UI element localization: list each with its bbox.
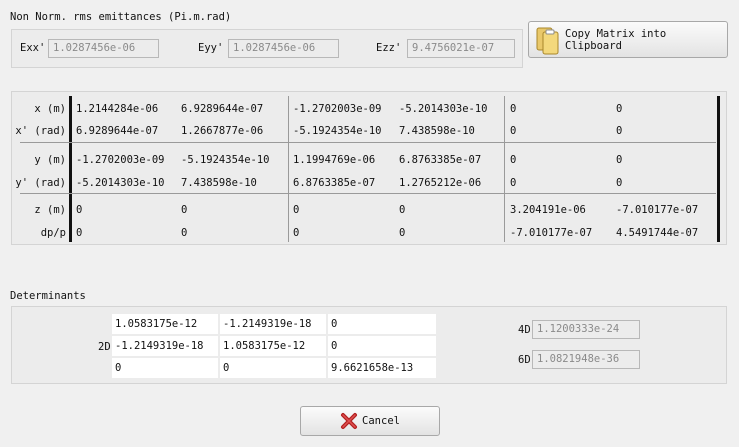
det2d-cell: 0 <box>112 358 218 378</box>
matrix-right-border <box>717 96 720 242</box>
exx-label: Exx' <box>20 42 46 54</box>
matrix-left-border <box>69 96 72 242</box>
cancel-x-icon <box>340 412 358 430</box>
matrix-cell: 1.2667877e-06 <box>181 125 264 137</box>
matrix-cell: -1.2702003e-09 <box>293 103 382 115</box>
matrix-cell: 0 <box>293 204 300 216</box>
matrix-cell: 3.204191e-06 <box>510 204 586 216</box>
matrix-cell: 1.1994769e-06 <box>293 154 376 166</box>
row-label-yp: y' (rad) <box>15 177 66 189</box>
matrix-cell: 7.438598e-10 <box>399 125 475 137</box>
det2d-cell: 0 <box>328 336 436 356</box>
matrix-cell: 0 <box>76 204 83 216</box>
determinant-4d-label: 4D <box>518 324 531 336</box>
matrix-cell: 0 <box>76 227 83 239</box>
matrix-cell: 0 <box>616 154 623 166</box>
clipboard-icon <box>535 24 561 56</box>
matrix-cell: 0 <box>181 204 188 216</box>
ezz-field[interactable]: 9.4756021e-07 <box>407 39 515 58</box>
matrix-cell: -5.1924354e-10 <box>293 125 382 137</box>
copy-matrix-button[interactable]: Copy Matrix into Clipboard <box>528 21 728 58</box>
matrix-cell: -5.2014303e-10 <box>76 177 165 189</box>
copy-matrix-label: Copy Matrix into Clipboard <box>565 27 667 52</box>
row-label-xp: x' (rad) <box>15 125 66 137</box>
determinant-4d-field[interactable]: 1.1200333e-24 <box>532 320 640 339</box>
eyy-field[interactable]: 1.0287456e-06 <box>228 39 339 58</box>
determinant-2d-label: 2D <box>98 341 111 353</box>
emittances-title: Non Norm. rms emittances (Pi.m.rad) <box>10 11 232 23</box>
matrix-cell: 7.438598e-10 <box>181 177 257 189</box>
matrix-cell: 6.9289644e-07 <box>181 103 264 115</box>
det2d-cell: 0 <box>220 358 326 378</box>
cancel-button[interactable]: Cancel <box>300 406 440 436</box>
matrix-cell: 0 <box>293 227 300 239</box>
matrix-cell: 0 <box>510 177 517 189</box>
matrix-cell: 6.9289644e-07 <box>76 125 159 137</box>
matrix-cell: 6.8763385e-07 <box>399 154 482 166</box>
det2d-cell: 0 <box>328 314 436 334</box>
determinant-6d-field[interactable]: 1.0821948e-36 <box>532 350 640 369</box>
matrix-row-separator-2 <box>20 193 716 194</box>
matrix-cell: 0 <box>510 103 517 115</box>
matrix-cell: 0 <box>616 125 623 137</box>
matrix-cell: -5.1924354e-10 <box>181 154 270 166</box>
row-label-dpp: dp/p <box>40 227 66 239</box>
row-label-z: z (m) <box>34 204 66 216</box>
matrix-cell: -7.010177e-07 <box>616 204 699 216</box>
matrix-cell: -7.010177e-07 <box>510 227 593 239</box>
matrix-cell: 6.8763385e-07 <box>293 177 376 189</box>
row-label-y: y (m) <box>34 154 66 166</box>
det2d-cell: 1.0583175e-12 <box>112 314 218 334</box>
matrix-separator-2 <box>504 96 505 242</box>
det2d-cell: -1.2149319e-18 <box>220 314 326 334</box>
matrix-cell: -5.2014303e-10 <box>399 103 488 115</box>
matrix-panel: x (m) x' (rad) y (m) y' (rad) z (m) dp/p… <box>11 91 727 245</box>
det2d-cell: 9.6621658e-13 <box>328 358 436 378</box>
matrix-cell: 0 <box>616 177 623 189</box>
matrix-row-separator-1 <box>20 142 716 143</box>
det2d-cell: -1.2149319e-18 <box>112 336 218 356</box>
matrix-cell: 1.2765212e-06 <box>399 177 482 189</box>
row-label-x: x (m) <box>34 103 66 115</box>
matrix-cell: 0 <box>399 204 406 216</box>
matrix-cell: -1.2702003e-09 <box>76 154 165 166</box>
ezz-label: Ezz' <box>376 42 402 54</box>
determinant-6d-label: 6D <box>518 354 531 366</box>
determinants-title: Determinants <box>10 290 86 302</box>
matrix-cell: 4.5491744e-07 <box>616 227 699 239</box>
cancel-label: Cancel <box>362 415 400 427</box>
matrix-cell: 0 <box>181 227 188 239</box>
emittances-panel: Exx' 1.0287456e-06 Eyy' 1.0287456e-06 Ez… <box>11 29 523 68</box>
matrix-cell: 0 <box>399 227 406 239</box>
determinants-panel: 2D 1.0583175e-12 -1.2149319e-18 0 -1.214… <box>11 306 727 384</box>
matrix-cell: 0 <box>510 154 517 166</box>
eyy-label: Eyy' <box>198 42 224 54</box>
matrix-cell: 1.2144284e-06 <box>76 103 159 115</box>
matrix-separator-1 <box>288 96 289 242</box>
det2d-cell: 1.0583175e-12 <box>220 336 326 356</box>
matrix-cell: 0 <box>616 103 623 115</box>
matrix-cell: 0 <box>510 125 517 137</box>
exx-field[interactable]: 1.0287456e-06 <box>48 39 159 58</box>
